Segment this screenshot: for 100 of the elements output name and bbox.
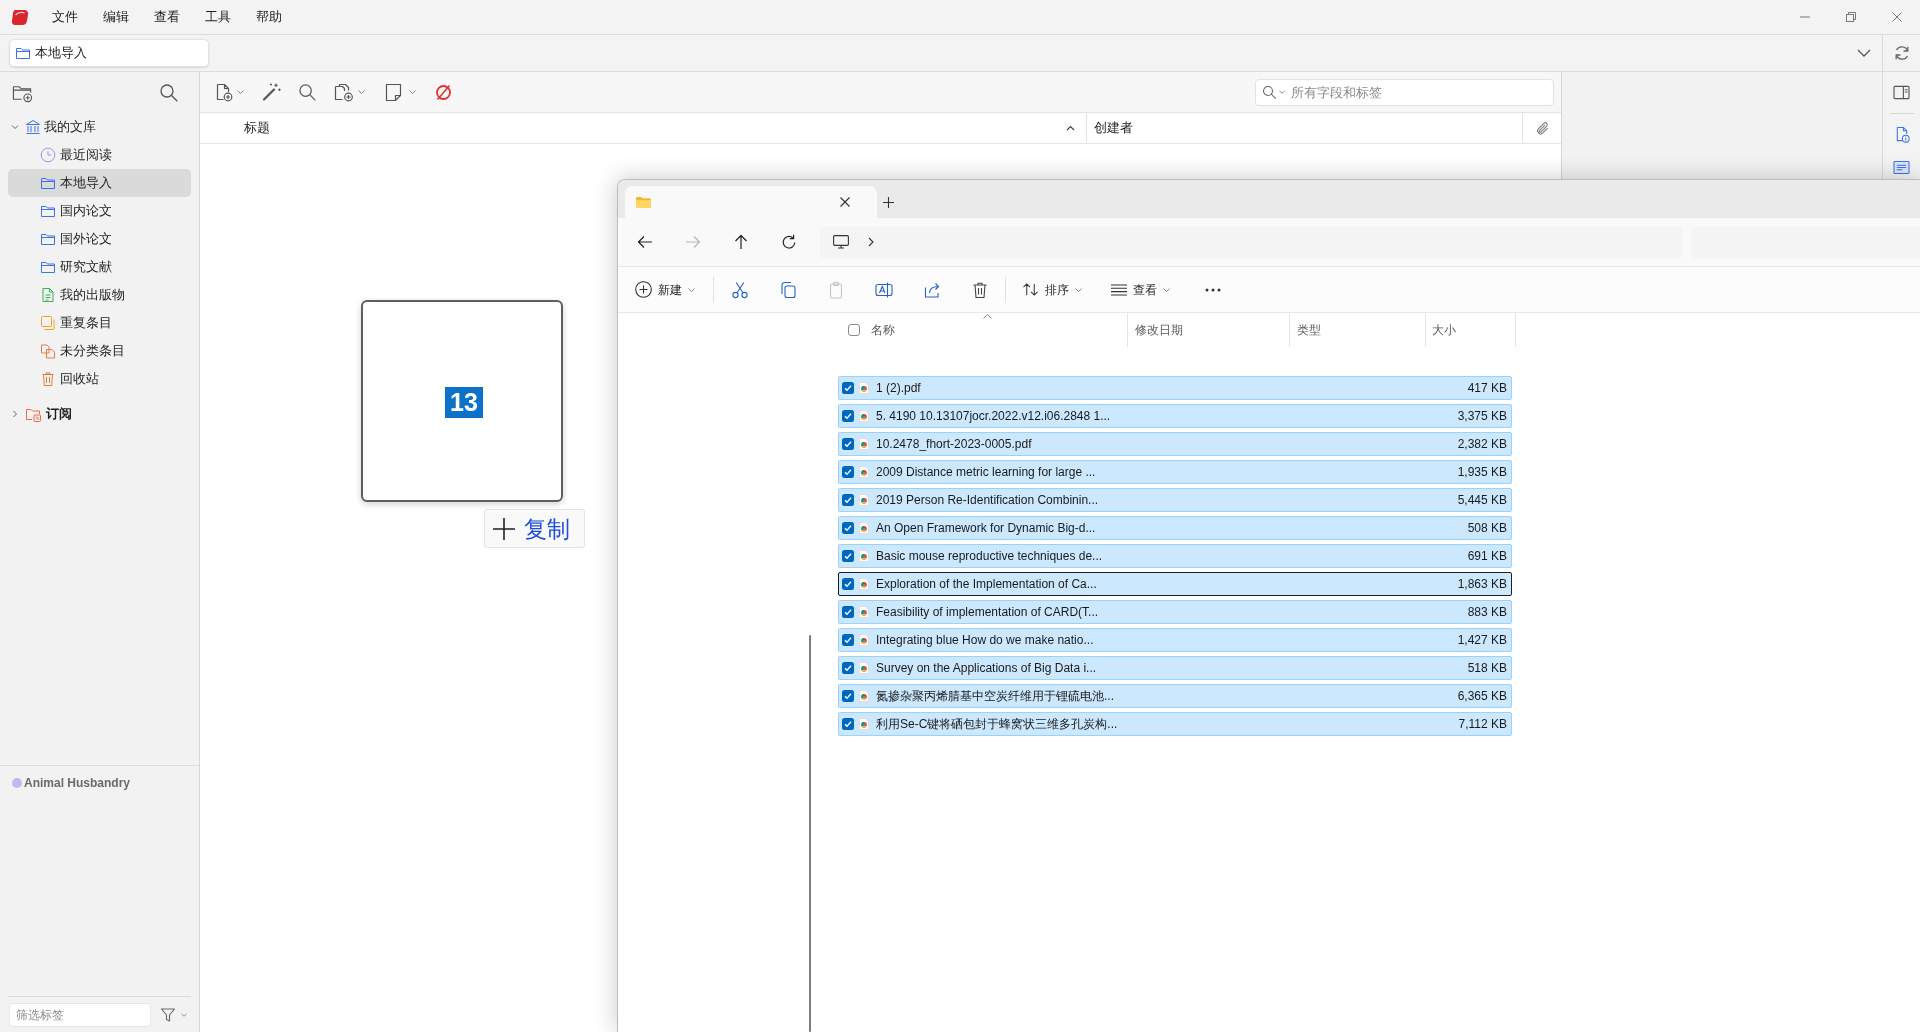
drop-action-label: 复制 bbox=[524, 515, 570, 542]
trash-icon bbox=[40, 371, 56, 387]
caret-down-icon[interactable] bbox=[409, 90, 416, 94]
tree-item[interactable]: 国外论文 bbox=[8, 225, 191, 253]
file-row[interactable]: Survey on the Applications of Big Data i... 518 KB bbox=[838, 656, 1512, 680]
close-icon[interactable] bbox=[840, 197, 850, 207]
app-logo-icon[interactable] bbox=[11, 9, 29, 25]
checkbox[interactable] bbox=[842, 382, 854, 394]
file-name: Basic mouse reproductive techniques de... bbox=[876, 548, 1103, 565]
file-row[interactable]: 2019 Person Re-Identification Combinin... 5,445 KB bbox=[838, 488, 1512, 512]
checkbox[interactable] bbox=[842, 550, 854, 562]
file-row[interactable]: Feasibility of implementation of CARD(T... 883 KB bbox=[838, 600, 1512, 624]
restore-icon[interactable] bbox=[1846, 12, 1856, 22]
caret-down-icon[interactable] bbox=[358, 90, 365, 94]
tree-item[interactable]: 重复条目 bbox=[8, 309, 191, 337]
checkbox[interactable] bbox=[842, 718, 854, 730]
checkbox[interactable] bbox=[842, 690, 854, 702]
search-input[interactable]: 所有字段和标签 bbox=[1291, 79, 1553, 105]
file-size: 417 KB bbox=[1467, 380, 1507, 397]
filter-icon[interactable] bbox=[160, 1006, 176, 1023]
tag-filter-field[interactable]: 筛选标签 bbox=[9, 1002, 151, 1027]
paperclip-icon[interactable] bbox=[1534, 120, 1550, 136]
file-row[interactable]: Exploration of the Implementation of Ca... 1,863 KB bbox=[838, 572, 1512, 596]
column-header[interactable]: 标题 bbox=[200, 113, 1087, 143]
checkbox[interactable] bbox=[848, 324, 860, 336]
file-row[interactable]: 5. 4190 10.13107jocr.2022.v12.i06.2848 1... 3,375 KB bbox=[838, 404, 1512, 428]
file-row[interactable]: 氮掺杂聚丙烯腈基中空炭纤维用于锂硫电池... 6,365 KB bbox=[838, 684, 1512, 708]
sort-button[interactable]: 排序 bbox=[1015, 273, 1089, 306]
add-attachment-icon[interactable] bbox=[333, 82, 354, 102]
file-name: Survey on the Applications of Big Data i... bbox=[876, 660, 1097, 677]
note-icon[interactable] bbox=[385, 82, 402, 102]
search-icon[interactable] bbox=[298, 82, 317, 102]
tree-item[interactable]: 回收站 bbox=[8, 365, 191, 393]
back-arrow-icon[interactable] bbox=[637, 234, 653, 250]
tree-item[interactable]: 研究文献 bbox=[8, 253, 191, 281]
checkbox[interactable] bbox=[842, 578, 854, 590]
tab[interactable]: 本地导入 bbox=[9, 39, 209, 67]
checkbox[interactable] bbox=[842, 438, 854, 450]
file-row[interactable]: 2009 Distance metric learning for large ... 1,935 KB bbox=[838, 460, 1512, 484]
checkbox[interactable] bbox=[842, 606, 854, 618]
tree-item[interactable]: 未分类条目 bbox=[8, 337, 191, 365]
refresh-icon[interactable] bbox=[781, 234, 797, 250]
trash-icon[interactable] bbox=[971, 280, 989, 299]
file-icon bbox=[859, 410, 869, 422]
more-icon[interactable] bbox=[1205, 287, 1221, 292]
menu-item[interactable]: 编辑 bbox=[103, 7, 129, 27]
search-icon[interactable] bbox=[1262, 84, 1277, 100]
column-header[interactable]: 大小 bbox=[1426, 313, 1516, 347]
lines-icon bbox=[1111, 283, 1127, 296]
view-button[interactable]: 查看 bbox=[1104, 273, 1177, 306]
checkbox[interactable] bbox=[842, 634, 854, 646]
menu-item[interactable]: 查看 bbox=[154, 7, 180, 27]
menu-item[interactable]: 帮助 bbox=[256, 7, 282, 27]
abstract-icon[interactable] bbox=[1893, 160, 1910, 175]
column-header[interactable]: 类型 bbox=[1290, 313, 1426, 347]
chevron-right-icon[interactable] bbox=[868, 237, 874, 247]
checkbox[interactable] bbox=[842, 662, 854, 674]
tree-item[interactable]: 订阅 bbox=[8, 400, 191, 428]
file-row[interactable]: An Open Framework for Dynamic Big-d... 508 KB bbox=[838, 516, 1512, 540]
pane-toggle-icon[interactable] bbox=[1893, 85, 1910, 100]
tree-item[interactable]: 我的文库 bbox=[8, 113, 191, 141]
tag[interactable]: Animal Husbandry bbox=[12, 776, 131, 790]
checkbox[interactable] bbox=[842, 522, 854, 534]
rename-icon[interactable] bbox=[875, 280, 893, 299]
column-header[interactable]: 修改日期 bbox=[1128, 313, 1290, 347]
up-arrow-icon[interactable] bbox=[733, 234, 749, 250]
plus-icon[interactable] bbox=[883, 197, 894, 208]
tree-item[interactable]: 我的出版物 bbox=[8, 281, 191, 309]
file-row[interactable]: 利用Se-C键将硒包封于蜂窝状三维多孔炭构... 7,112 KB bbox=[838, 712, 1512, 736]
checkbox[interactable] bbox=[842, 410, 854, 422]
column-header[interactable]: 创建者 bbox=[1087, 113, 1522, 143]
column-header[interactable]: 名称 bbox=[860, 313, 1128, 347]
new-item-icon[interactable] bbox=[214, 82, 233, 102]
file-row[interactable]: 1 (2).pdf 417 KB bbox=[838, 376, 1512, 400]
search-icon[interactable] bbox=[159, 82, 179, 103]
file-size: 7,112 KB bbox=[1458, 716, 1507, 733]
tree-item[interactable]: 本地导入 bbox=[8, 169, 191, 197]
caret-down-icon[interactable] bbox=[237, 90, 244, 94]
copy-icon[interactable] bbox=[779, 280, 797, 299]
circle-slash-icon[interactable] bbox=[435, 83, 452, 101]
share-icon[interactable] bbox=[923, 280, 941, 299]
tree-item[interactable]: 国内论文 bbox=[8, 197, 191, 225]
folder-icon bbox=[15, 45, 31, 61]
new-button[interactable]: 新建 bbox=[628, 273, 702, 306]
scissors-icon[interactable] bbox=[731, 280, 749, 299]
scrollbar[interactable] bbox=[809, 635, 811, 1032]
chevron-down-icon[interactable] bbox=[1857, 49, 1871, 57]
search-field[interactable]: 所有字段和标签 bbox=[1255, 78, 1554, 106]
magic-wand-icon[interactable] bbox=[261, 82, 282, 102]
folder-icon bbox=[635, 195, 652, 209]
file-row[interactable]: 10.2478_fhort-2023-0005.pdf 2,382 KB bbox=[838, 432, 1512, 456]
file-row[interactable]: Integrating blue How do we make natio... 1,427 KB bbox=[838, 628, 1512, 652]
menu-item[interactable]: 工具 bbox=[205, 7, 231, 27]
file-name: 氮掺杂聚丙烯腈基中空炭纤维用于锂硫电池... bbox=[876, 688, 1114, 705]
checkbox[interactable] bbox=[842, 494, 854, 506]
file-row[interactable]: Basic mouse reproductive techniques de... 691 KB bbox=[838, 544, 1512, 568]
menu-item[interactable]: 文件 bbox=[52, 7, 78, 27]
tree-item[interactable]: 最近阅读 bbox=[8, 141, 191, 169]
plus-icon bbox=[493, 517, 515, 540]
checkbox[interactable] bbox=[842, 466, 854, 478]
